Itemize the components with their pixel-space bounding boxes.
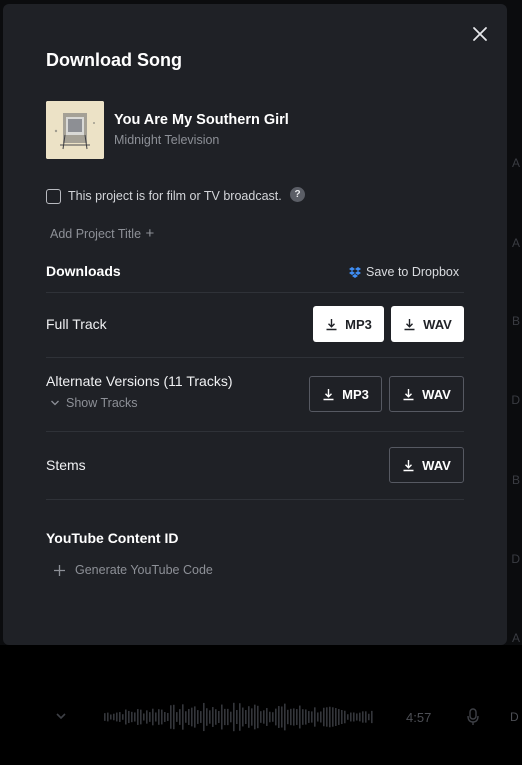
download-icon <box>403 459 414 471</box>
downloads-heading: Downloads <box>46 263 121 279</box>
save-to-dropbox-link[interactable]: Save to Dropbox <box>349 265 459 279</box>
button-label: MP3 <box>345 316 372 332</box>
button-label: WAV <box>422 457 451 473</box>
chevron-down-icon[interactable] <box>54 709 68 723</box>
full-track-mp3-button[interactable]: MP3 <box>313 306 384 342</box>
button-label: WAV <box>422 386 451 402</box>
divider <box>46 431 464 432</box>
youtube-heading: YouTube Content ID <box>46 530 179 546</box>
save-to-dropbox-label: Save to Dropbox <box>366 265 460 279</box>
full-track-label: Full Track <box>46 316 107 332</box>
background-row-letter: A <box>511 156 520 170</box>
broadcast-checkbox-label[interactable]: This project is for film or TV broadcast… <box>68 189 282 203</box>
background-row-letter: D <box>511 393 520 407</box>
generate-youtube-code-label: Generate YouTube Code <box>75 563 213 577</box>
alternate-versions-label: Alternate Versions (11 Tracks) <box>46 373 233 389</box>
divider <box>46 357 464 358</box>
close-icon[interactable] <box>469 23 491 45</box>
background-row-letter: A <box>511 631 520 645</box>
download-icon <box>326 318 337 330</box>
help-icon[interactable]: ? <box>290 187 305 202</box>
download-song-modal: Download Song You Are My Southern Girl M… <box>3 4 507 645</box>
background-row-letter: A <box>511 236 520 250</box>
album-cover <box>46 101 104 159</box>
background-row-letter: D <box>511 552 520 566</box>
divider <box>46 499 464 500</box>
dropbox-icon <box>349 266 361 278</box>
alternate-versions-mp3-button[interactable]: MP3 <box>309 376 382 412</box>
modal-title: Download Song <box>46 50 182 70</box>
plus-icon <box>54 564 65 576</box>
button-label: WAV <box>423 316 452 332</box>
background-row-letter: D <box>510 710 519 724</box>
add-project-title-link[interactable]: Add Project Title + <box>50 225 154 242</box>
song-title: You Are My Southern Girl <box>114 112 289 128</box>
stems-label: Stems <box>46 457 86 473</box>
microphone-icon[interactable] <box>466 708 480 726</box>
alternate-versions-wav-button[interactable]: WAV <box>389 376 464 412</box>
download-icon <box>404 318 415 330</box>
broadcast-checkbox[interactable] <box>46 189 61 204</box>
download-icon <box>323 388 334 400</box>
divider <box>46 292 464 293</box>
full-track-wav-button[interactable]: WAV <box>391 306 464 342</box>
background-row-letter: B <box>511 314 520 328</box>
add-project-title-label: Add Project Title <box>50 227 142 241</box>
plus-icon: + <box>145 225 155 242</box>
waveform-icon[interactable] <box>104 700 376 734</box>
chevron-down-icon <box>51 400 59 406</box>
show-tracks-toggle[interactable]: Show Tracks <box>50 396 138 410</box>
show-tracks-label: Show Tracks <box>66 396 138 410</box>
button-label: MP3 <box>342 386 369 402</box>
song-artist: Midnight Television <box>114 133 220 147</box>
background-row-letter: B <box>511 473 520 487</box>
player-time: 4:57 <box>406 710 432 725</box>
stems-wav-button[interactable]: WAV <box>389 447 464 483</box>
download-icon <box>403 388 414 400</box>
generate-youtube-code-button[interactable]: Generate YouTube Code <box>53 563 213 577</box>
